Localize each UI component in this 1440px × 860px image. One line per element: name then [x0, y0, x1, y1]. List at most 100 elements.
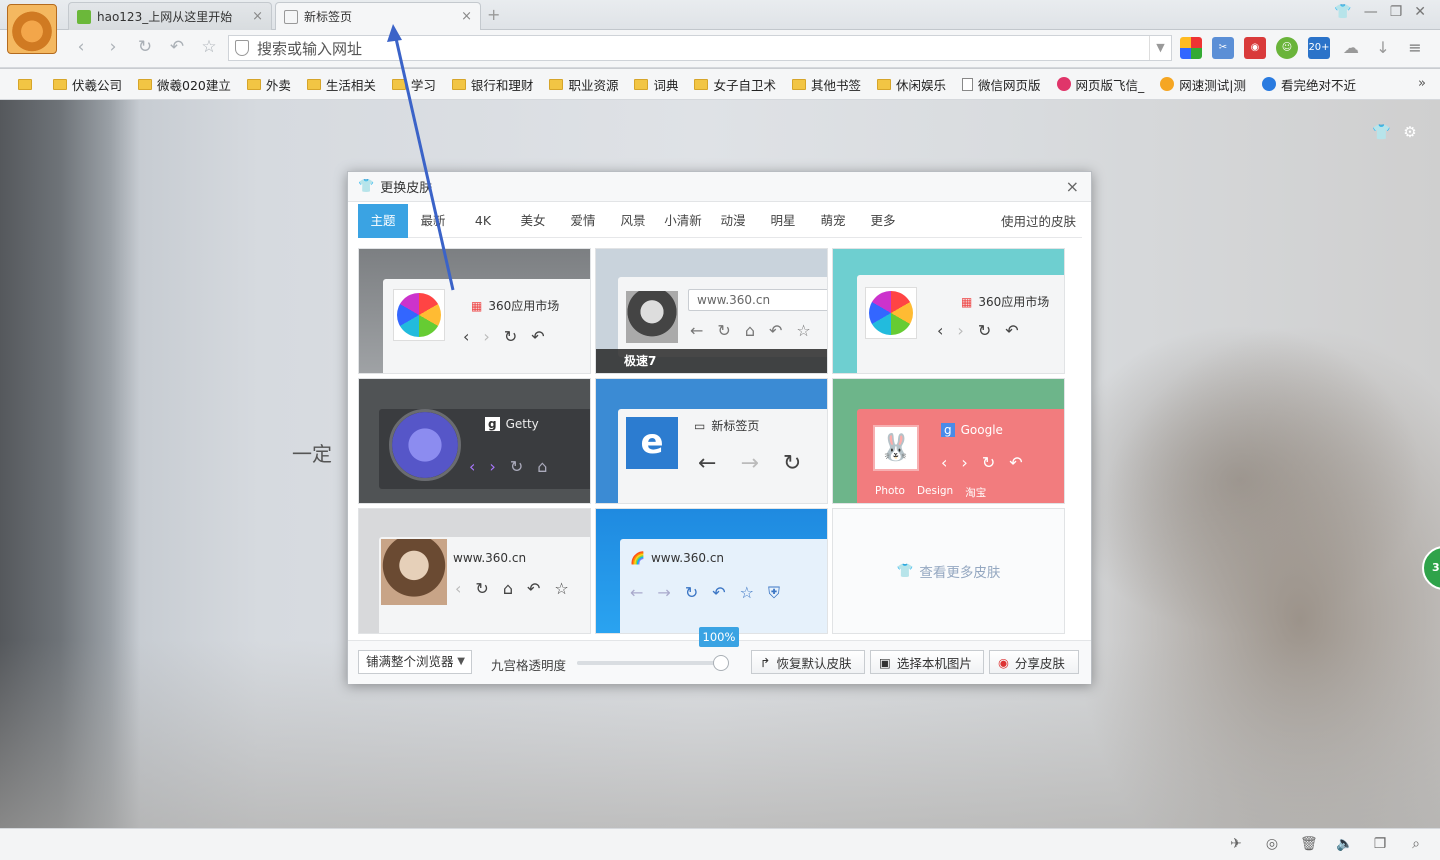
bookmark-item[interactable]: 网速测试|测 — [1152, 75, 1254, 94]
opacity-slider-handle[interactable] — [713, 655, 729, 671]
skin-thumbnail[interactable]: 🐰 g Google ‹ › ↻ ↶ Photo Design 淘宝 — [832, 378, 1065, 504]
cloud-icon[interactable]: ☁ — [1340, 37, 1362, 59]
preview-app-name: Google — [960, 423, 1003, 437]
category-tab[interactable]: 主题 — [358, 203, 408, 238]
category-tab[interactable]: 小清新 — [658, 204, 708, 238]
browser-logo[interactable] — [7, 4, 57, 54]
forward-icon[interactable]: › — [102, 36, 124, 58]
preview-app-name: 新标签页 — [711, 419, 760, 433]
bookmark-item[interactable]: 休闲娱乐 — [869, 75, 954, 94]
skin-thumbnail[interactable]: e ▭ 新标签页 ← → ↻ — [595, 378, 828, 504]
speed-icon[interactable]: ◎ — [1264, 836, 1280, 852]
trash-icon[interactable]: 🗑 — [1300, 836, 1318, 852]
close-icon[interactable]: × — [1066, 177, 1079, 196]
layout-select[interactable]: 铺满整个浏览器 ▼ — [358, 650, 472, 674]
bookmark-item[interactable]: 学习 — [384, 75, 444, 94]
category-tab[interactable]: 萌宠 — [808, 204, 858, 238]
preview-app-name: Getty — [505, 417, 539, 431]
zoom-icon[interactable]: ⌕ — [1408, 836, 1424, 852]
bookmark-item[interactable]: 词典 — [626, 75, 686, 94]
bookmark-item[interactable] — [10, 78, 45, 90]
bookmark-label: 其他书签 — [810, 77, 861, 93]
category-tab[interactable]: 动漫 — [708, 204, 758, 238]
star-icon[interactable]: ☆ — [198, 36, 220, 58]
bookmark-item[interactable]: 网页版飞信_ — [1049, 75, 1153, 94]
category-tab[interactable]: 美女 — [508, 204, 558, 238]
download-icon[interactable]: ↓ — [1372, 37, 1394, 59]
category-tab[interactable]: 明星 — [758, 204, 808, 238]
apps-icon[interactable] — [1180, 37, 1202, 59]
dialog-title: 更换皮肤 — [380, 181, 433, 196]
skin-thumbnail[interactable]: ▦ 360应用市场 ‹ › ↻ ↶ — [832, 248, 1065, 374]
calendar-icon[interactable]: 20+ — [1308, 37, 1330, 59]
refresh-icon[interactable]: ↻ — [134, 36, 156, 58]
maximize-icon[interactable]: ❐ — [1390, 4, 1403, 20]
bookmark-item[interactable]: 职业资源 — [541, 75, 626, 94]
bookmark-item[interactable]: 伏羲公司 — [45, 75, 130, 94]
bookmark-label: 女子自卫术 — [713, 77, 776, 93]
gear-icon[interactable]: ⚙ — [1402, 124, 1418, 140]
close-tab-icon[interactable]: × — [461, 9, 472, 24]
skin-thumbnail[interactable]: www.360.cn ‹ ↻ ⌂ ↶ ☆ — [358, 508, 591, 634]
volume-icon[interactable]: 🔈 — [1336, 836, 1353, 852]
weibo-icon: ◉ — [998, 654, 1009, 670]
back-icon[interactable]: ‹ — [70, 36, 92, 58]
app-icon-frame — [393, 289, 445, 341]
speedtest-icon — [1160, 77, 1175, 91]
bookmark-item[interactable]: 女子自卫术 — [686, 75, 784, 94]
tab-hao123[interactable]: hao123_上网从这里开始 × — [68, 2, 272, 30]
close-window-icon[interactable]: ✕ — [1414, 4, 1426, 20]
share-skin-button[interactable]: ◉ 分享皮肤 — [989, 650, 1079, 674]
bookmark-item[interactable]: 其他书签 — [784, 75, 869, 94]
category-tab[interactable]: 更多 — [858, 204, 908, 238]
minimize-icon[interactable]: — — [1364, 4, 1378, 20]
getty-icon: g — [485, 417, 500, 431]
dialog-header: 👕 更换皮肤 × — [348, 172, 1091, 202]
category-tab[interactable]: 爱情 — [558, 204, 608, 238]
orb-logo-icon — [389, 409, 461, 481]
undo-icon[interactable]: ↶ — [166, 36, 188, 58]
portrait-image — [626, 291, 678, 343]
shirt-icon[interactable]: 👕 — [1372, 124, 1391, 140]
bookmark-item[interactable]: 微信网页版 — [954, 75, 1049, 94]
menu-icon[interactable]: ≡ — [1404, 37, 1426, 59]
category-tab[interactable]: 风景 — [608, 204, 658, 238]
address-bar[interactable]: 搜索或输入网址 ▼ — [228, 35, 1172, 61]
choose-local-image-button[interactable]: ▣ 选择本机图片 — [870, 650, 984, 674]
bookmarks-more-icon[interactable]: » — [1418, 76, 1426, 91]
folder-icon — [791, 78, 806, 90]
restore-default-skin-button[interactable]: ↱ 恢复默认皮肤 — [751, 650, 865, 674]
tab-new-tab[interactable]: 新标签页 × — [275, 2, 481, 30]
bookmark-item[interactable]: 银行和理财 — [444, 75, 542, 94]
opacity-slider[interactable] — [577, 655, 729, 671]
view-more-label: 查看更多皮肤 — [919, 565, 1001, 581]
bookmarks-bar: 伏羲公司 微羲020建立 外卖 生活相关 学习 银行和理财 职业资源 词典 女子自卫术 其他书签 休… — [0, 69, 1440, 100]
used-skins-link[interactable]: 使用过的皮肤 — [1001, 211, 1082, 230]
chevron-down-icon[interactable]: ▼ — [1149, 36, 1171, 60]
window-icon[interactable]: ❐ — [1372, 836, 1388, 852]
bookmark-item[interactable]: 看完绝对不近 — [1254, 75, 1364, 94]
bookmark-item[interactable]: 生活相关 — [299, 75, 384, 94]
folder-icon — [694, 78, 709, 90]
preview-url: www.360.cn — [453, 551, 527, 565]
bookmark-item[interactable]: 外卖 — [239, 75, 299, 94]
close-tab-icon[interactable]: × — [252, 9, 263, 24]
preview-nav: ‹ › ↻ ⌂ — [469, 457, 548, 476]
skin-thumbnail[interactable]: 🌈 www.360.cn ← → ↻ ↶ ☆ ⛨ — [595, 508, 828, 634]
category-tab[interactable]: 最新 — [408, 204, 458, 238]
category-tab[interactable]: 4K — [458, 204, 508, 238]
skin-thumbnail[interactable]: g Getty ‹ › ↻ ⌂ — [358, 378, 591, 504]
bookmark-label: 微信网页版 — [978, 77, 1041, 93]
bookmark-label: 网页版飞信_ — [1075, 77, 1145, 93]
weibo-ext-icon[interactable]: ◉ — [1244, 37, 1266, 59]
new-tab-button[interactable]: + — [487, 5, 500, 24]
skin-thumbnail[interactable]: ▦ 360应用市场 ‹ › ↻ ↶ — [358, 248, 591, 374]
bookmark-item[interactable]: 微羲020建立 — [130, 75, 239, 94]
skin-thumbnail[interactable]: www.360.cn ← ↻ ⌂ ↶ ☆ 极速7 — [595, 248, 828, 374]
skin-icon[interactable]: 👕 — [1334, 4, 1351, 20]
screenshot-icon[interactable]: ✂ — [1212, 37, 1234, 59]
pin-icon[interactable]: ✈ — [1228, 836, 1244, 852]
preview-nav: ← → ↻ ↶ ☆ ⛨ — [630, 583, 780, 602]
face-icon[interactable]: ☺ — [1276, 37, 1298, 59]
view-more-skins-button[interactable]: 👕 查看更多皮肤 — [832, 508, 1065, 634]
